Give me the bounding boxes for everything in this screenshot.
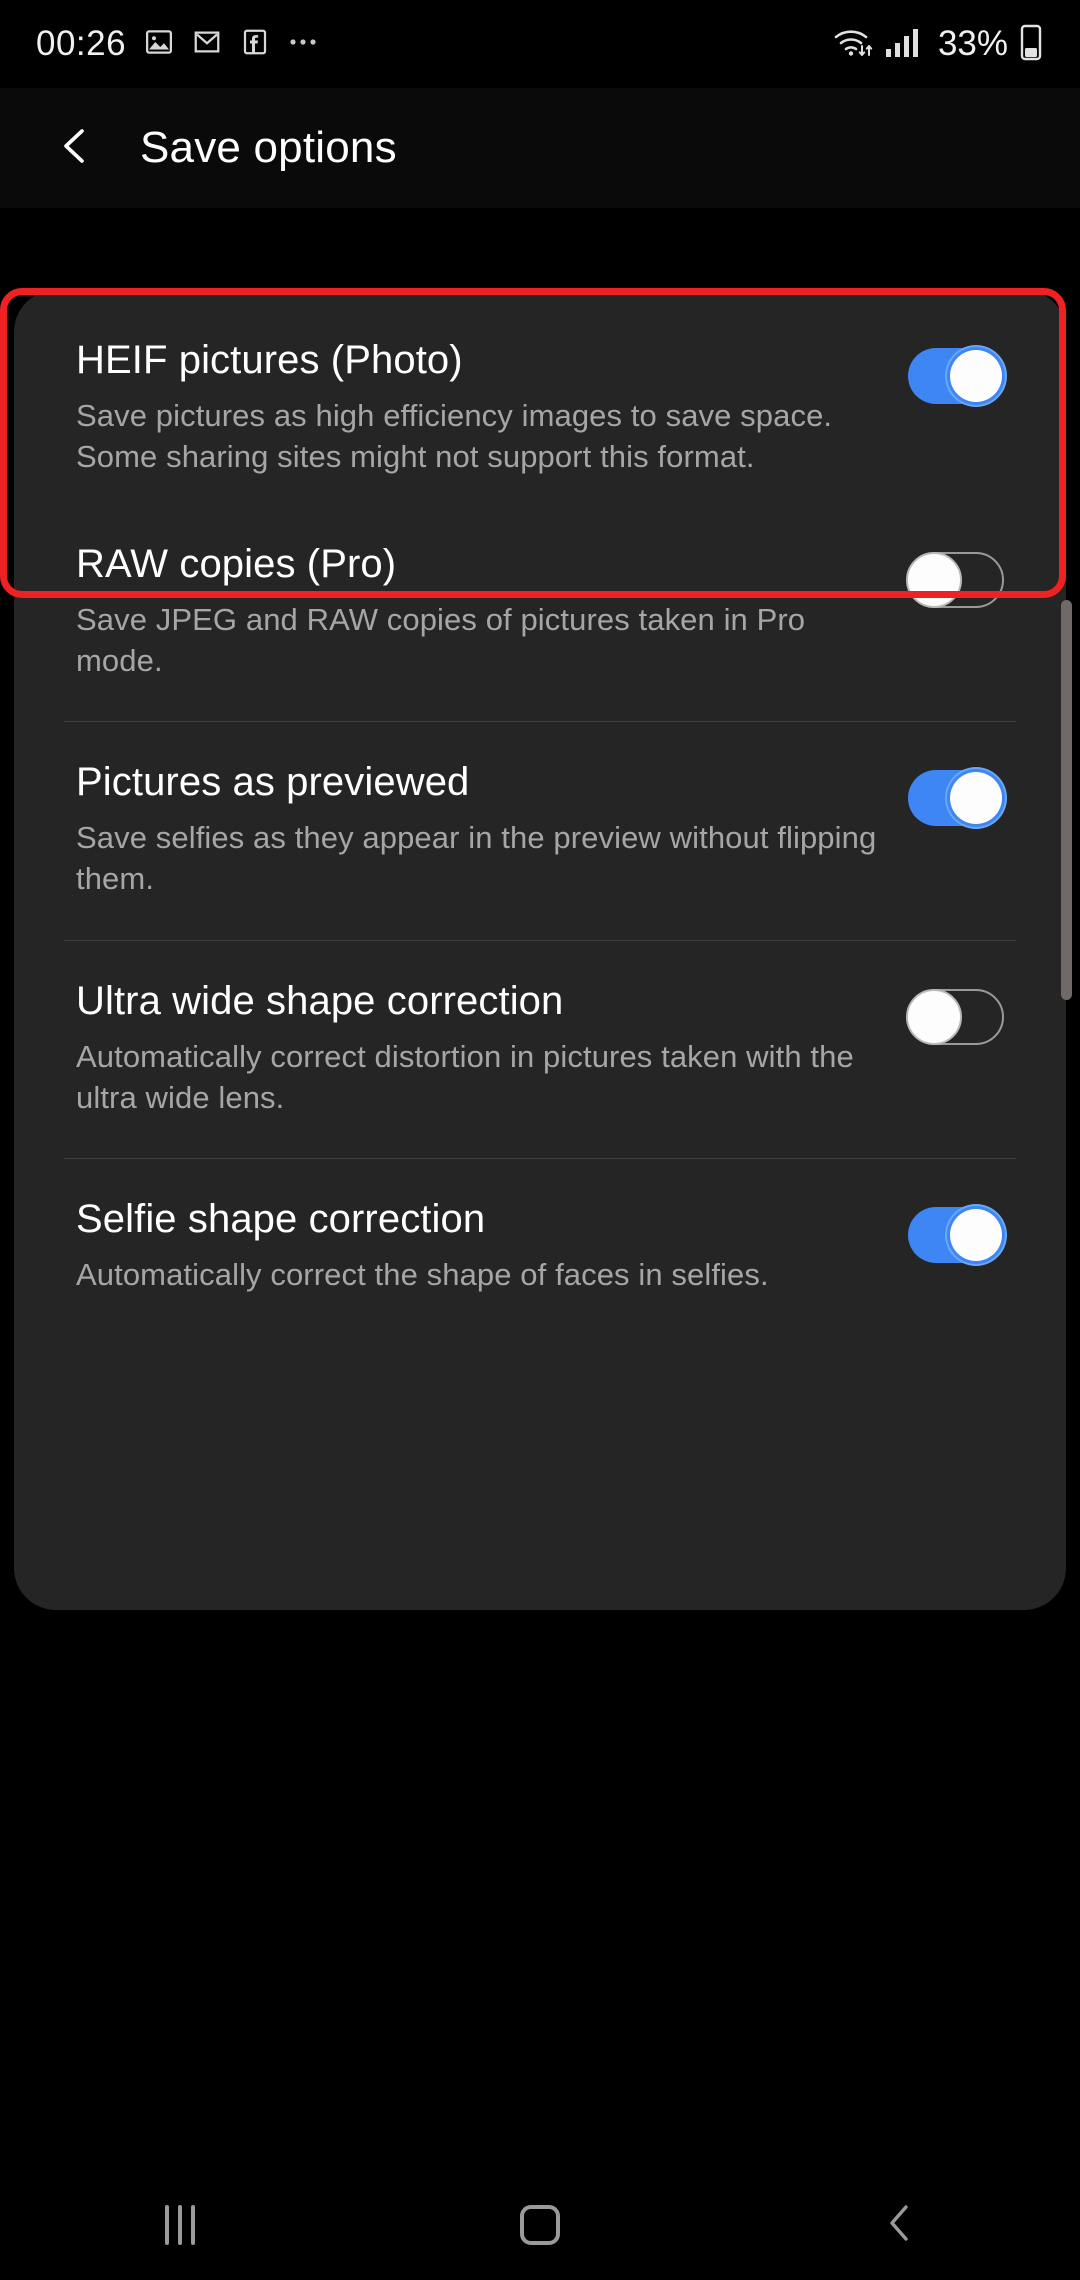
setting-title: HEIF pictures (Photo): [76, 338, 463, 382]
back-button[interactable]: [36, 108, 116, 188]
toggle-knob: [906, 988, 962, 1045]
system-navigation-bar: [0, 2170, 1080, 2280]
vertical-scrollbar[interactable]: [1061, 600, 1072, 1000]
setting-title: Pictures as previewed: [76, 760, 470, 805]
setting-description: Automatically correct distortion in pict…: [76, 1038, 854, 1115]
settings-card: HEIF pictures (Photo) Save pictures as h…: [14, 290, 1066, 1610]
home-icon: [520, 2205, 560, 2245]
setting-texts: Ultra wide shape correction Automaticall…: [76, 979, 908, 1118]
battery-percent-label: 33%: [937, 24, 1008, 63]
battery-icon: [1018, 22, 1044, 67]
page-title: Save options: [140, 123, 397, 172]
setting-description: Save JPEG and RAW copies of pictures tak…: [76, 602, 806, 679]
wifi-icon: [832, 25, 874, 64]
toggle-knob: [906, 552, 962, 609]
toggle-knob: [950, 772, 1002, 825]
toggle-knob: [950, 350, 1002, 402]
setting-row-raw-copies[interactable]: RAW copies (Pro) Save JPEG and RAW copie…: [14, 514, 1066, 721]
status-bar-left: 00:26: [0, 24, 324, 64]
setting-description: Save selfies as they appear in the previ…: [76, 820, 877, 897]
toggle-selfie-shape-correction[interactable]: [908, 1206, 1004, 1263]
setting-description: Automatically correct the shape of faces…: [76, 1256, 769, 1292]
setting-title: Ultra wide shape correction: [76, 978, 564, 1023]
setting-texts: HEIF pictures (Photo) Save pictures as h…: [76, 338, 908, 477]
system-back-button[interactable]: [820, 2170, 980, 2280]
setting-description: Save pictures as high efficiency images …: [76, 397, 833, 475]
toggle-knob: [950, 1208, 1002, 1261]
setting-texts: Selfie shape correction Automatically co…: [76, 1197, 908, 1295]
status-bar: 00:26 33%: [0, 0, 1080, 88]
toggle-ultra-wide-shape-correction[interactable]: [906, 988, 1004, 1045]
setting-row-heif-pictures[interactable]: HEIF pictures (Photo) Save pictures as h…: [14, 290, 1066, 513]
setting-texts: RAW copies (Pro) Save JPEG and RAW copie…: [76, 542, 908, 681]
setting-row-ultra-wide-shape-correction[interactable]: Ultra wide shape correction Automaticall…: [14, 941, 1066, 1158]
setting-row-pictures-as-previewed[interactable]: Pictures as previewed Save selfies as th…: [14, 722, 1066, 939]
gallery-icon: [144, 27, 174, 62]
recents-icon: [165, 2205, 195, 2245]
home-button[interactable]: [460, 2170, 620, 2280]
setting-title: Selfie shape correction: [76, 1196, 486, 1241]
setting-title: RAW copies (Pro): [76, 542, 397, 587]
chevron-left-icon: [53, 123, 99, 174]
gmail-icon: [192, 27, 222, 62]
facebook-icon: [240, 27, 270, 62]
phone-screen: 00:26 33% Save options HEIF pictures (Ph…: [0, 0, 1080, 2280]
setting-texts: Pictures as previewed Save selfies as th…: [76, 760, 908, 899]
status-bar-clock: 00:26: [36, 24, 127, 63]
app-header: Save options: [0, 88, 1080, 208]
toggle-heif-pictures[interactable]: [908, 348, 1004, 404]
status-bar-right: 33%: [832, 22, 1080, 67]
toggle-raw-copies[interactable]: [906, 552, 1004, 609]
toggle-pictures-as-previewed[interactable]: [908, 770, 1004, 827]
recents-button[interactable]: [100, 2170, 260, 2280]
cellular-signal-icon: [884, 25, 922, 64]
more-notifications-icon: [288, 35, 324, 54]
back-icon: [882, 2201, 918, 2250]
setting-row-selfie-shape-correction[interactable]: Selfie shape correction Automatically co…: [14, 1159, 1066, 1339]
